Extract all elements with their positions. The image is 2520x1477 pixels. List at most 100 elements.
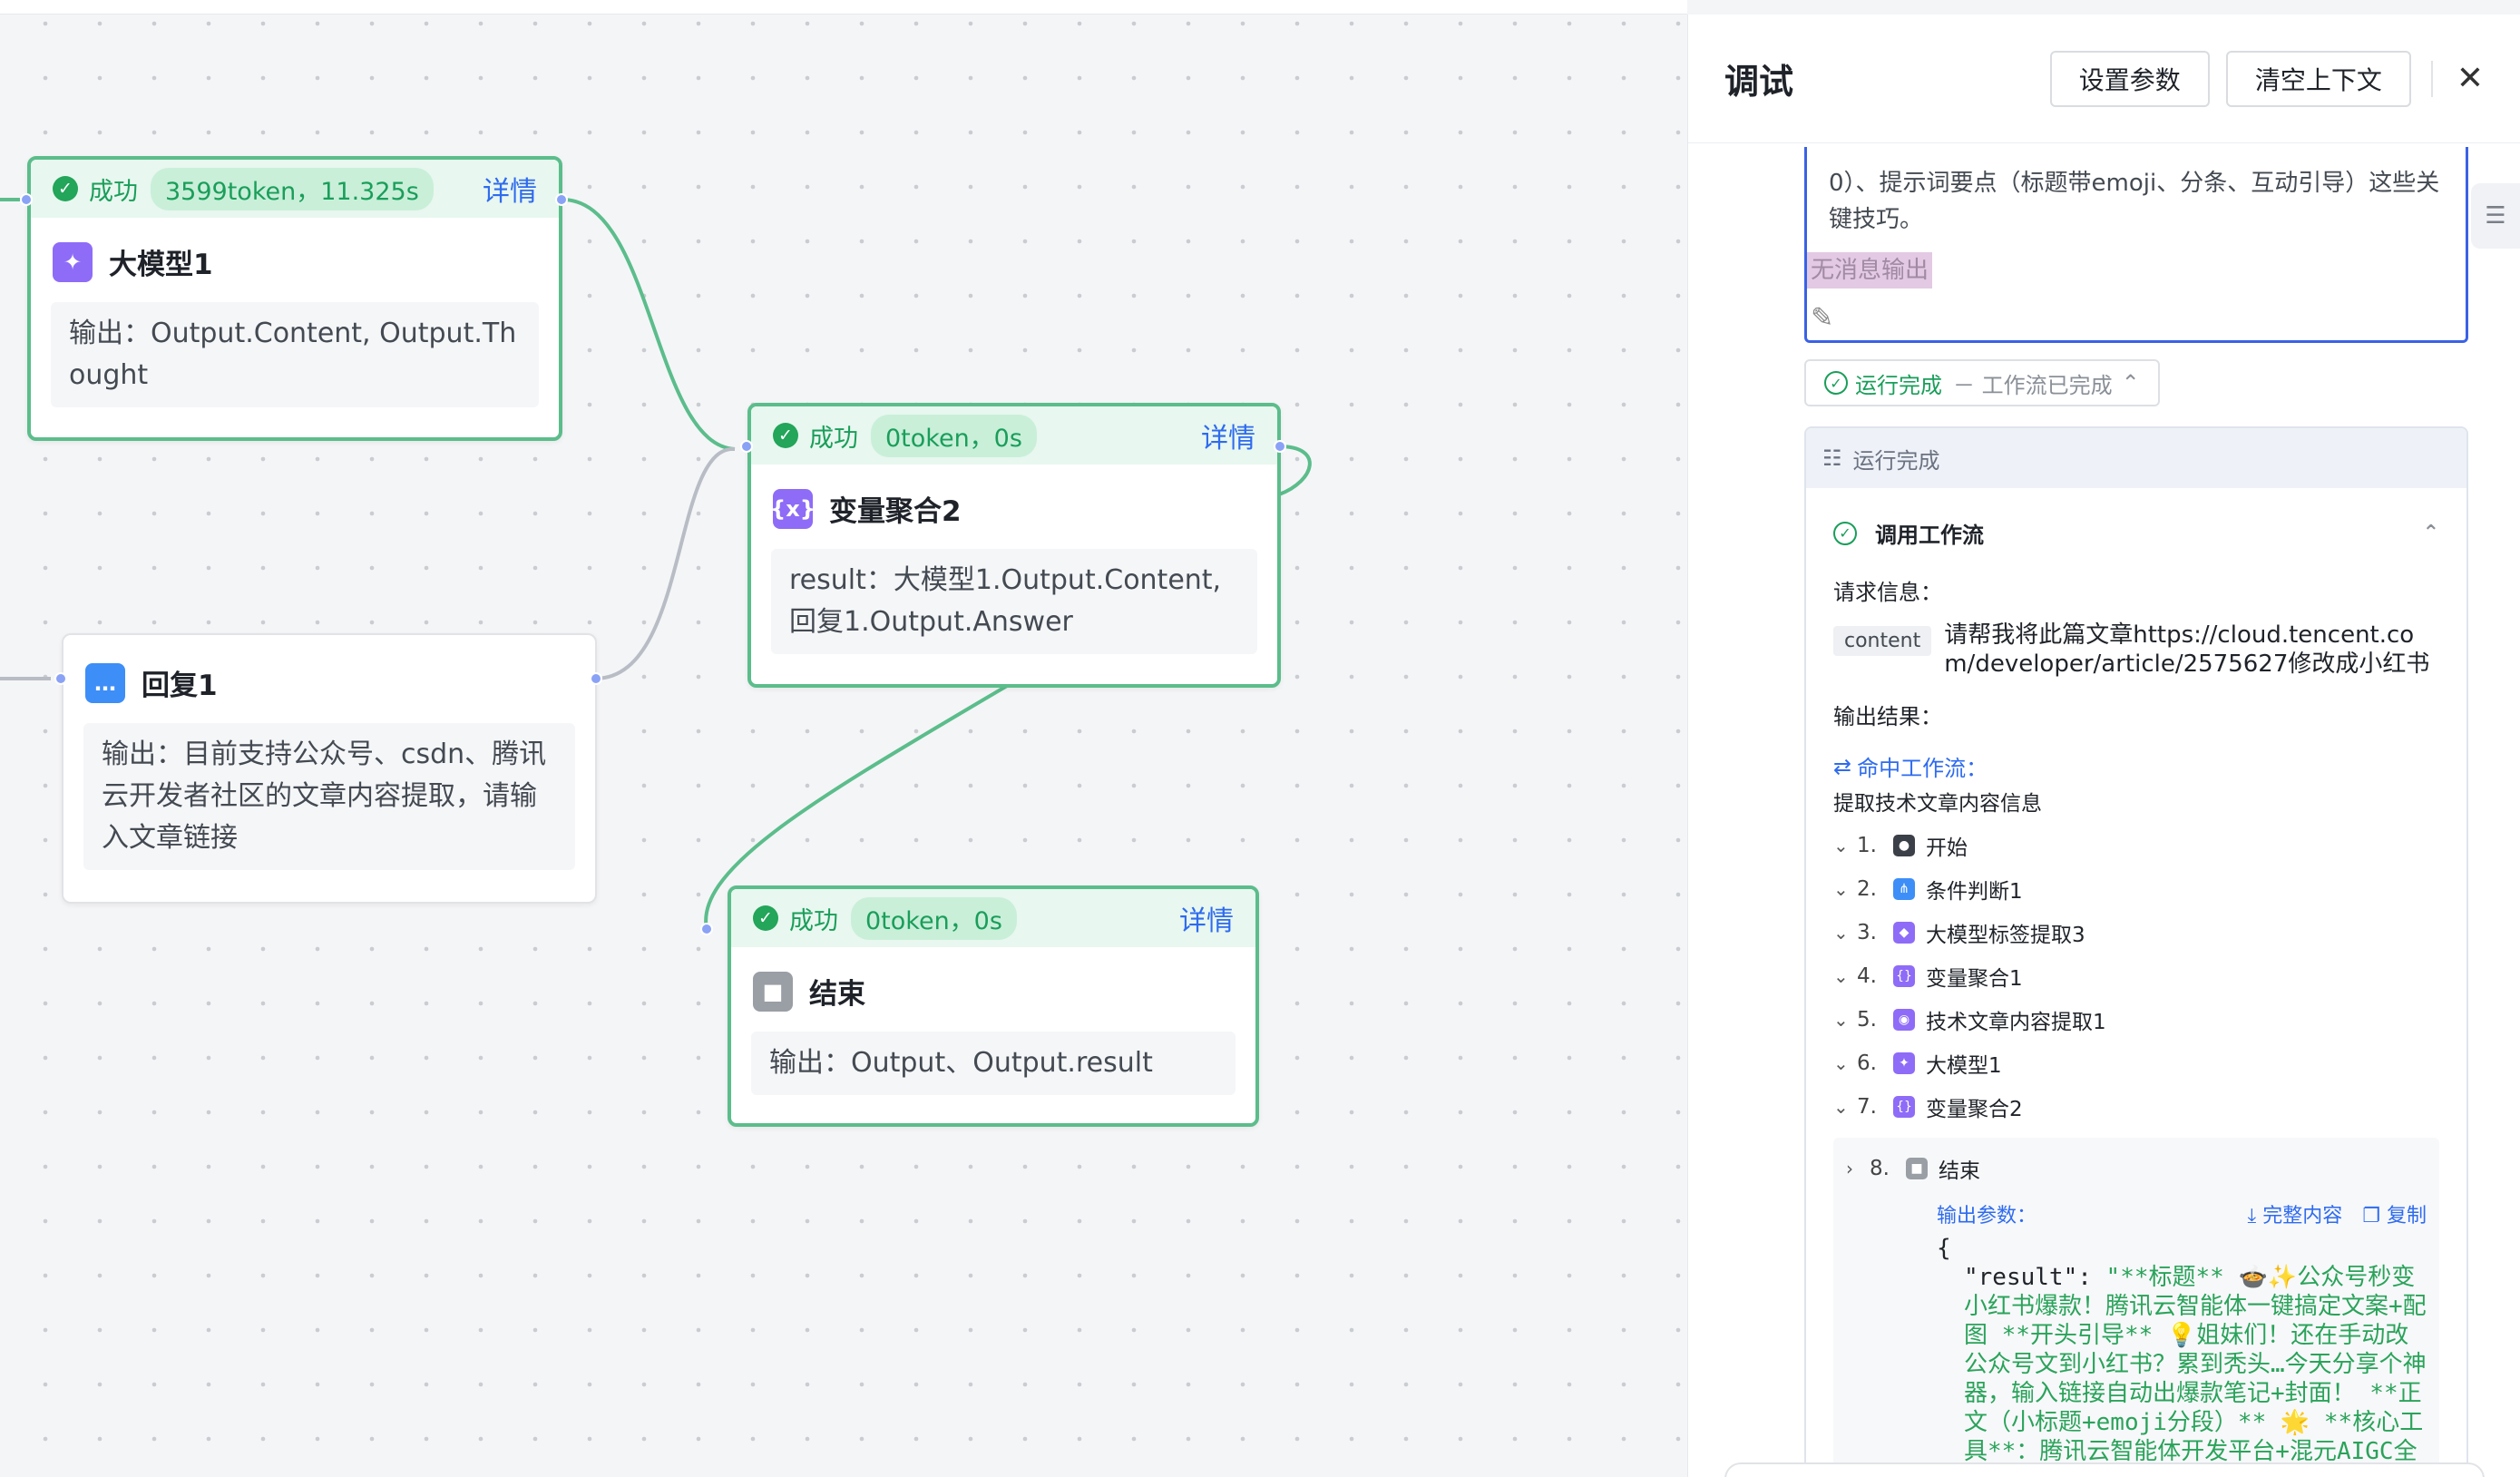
chevron-up-icon[interactable]: ⌃	[2423, 522, 2439, 544]
chevron-down-icon[interactable]: ⌄	[1833, 878, 1857, 900]
step-name: 大模型标签提取3	[1926, 924, 2085, 947]
step-item[interactable]: ⌄ 7. {} 变量聚合2	[1833, 1085, 2439, 1129]
chat-bubble-icon: …	[85, 662, 125, 703]
chevron-down-icon[interactable]: ⌄	[1833, 922, 1857, 944]
debug-panel: 调试 设置参数 清空上下文 ✕ 0）、提示词要点（标题带emoji、分条、互动引…	[1687, 15, 2520, 1477]
step-item[interactable]: › 8. ■ 结束	[1846, 1147, 2427, 1190]
list-check-icon: ☷	[1822, 445, 1842, 471]
message-text: 0）、提示词要点（标题带emoji、分条、互动引导）这些关键技巧。	[1829, 170, 2440, 233]
node-status-bar: ✓ 成功 0token，0s 详情	[731, 889, 1255, 947]
stop-square-icon: ■	[1906, 1158, 1928, 1179]
node-title: 变量聚合2	[829, 495, 962, 528]
port-reply1-in[interactable]	[54, 672, 67, 685]
chevron-up-icon: ⌃	[2121, 370, 2140, 396]
hit-label: 命中工作流：	[1857, 756, 1988, 781]
chat-input[interactable]	[1724, 1462, 2485, 1477]
chevron-down-icon[interactable]: ⌄	[1833, 835, 1857, 856]
chevron-right-icon[interactable]: ›	[1846, 1158, 1870, 1179]
check-circle-icon: ✓	[1833, 521, 1857, 545]
copy-icon: ❐	[2362, 1205, 2380, 1228]
step-item[interactable]: ⌄ 1. ● 开始	[1833, 824, 2439, 867]
detail-link[interactable]: 详情	[483, 169, 537, 209]
hit-workflow-name: 提取技术文章内容信息	[1833, 792, 2042, 816]
node-status-bar: ✓ 成功 0token，0s 详情	[751, 406, 1277, 465]
step-name: 变量聚合2	[1926, 1098, 2023, 1121]
node-reply1[interactable]: … 回复1 输出：目前支持公众号、csdn、腾讯云开发者社区的文章内容提取，请输…	[62, 633, 597, 904]
result-header-label: 运行完成	[1852, 447, 1940, 474]
step-item[interactable]: ⌄ 2. ⋔ 条件判断1	[1833, 867, 2439, 911]
stats-pill: 0token，0s	[871, 414, 1037, 457]
detail-link[interactable]: 详情	[1201, 416, 1255, 455]
variable-braces-icon: {}	[1893, 1096, 1915, 1118]
step-name: 变量聚合1	[1926, 967, 2023, 991]
note-edit-icon[interactable]: ✎	[1811, 300, 1833, 337]
node-title: 结束	[809, 978, 865, 1011]
check-circle-icon: ✓	[773, 423, 798, 448]
workflow-call-header[interactable]: ✓ 调用工作流 ⌃	[1806, 488, 2466, 549]
node-status-bar: ✓ 成功 3599token，11.325s 详情	[31, 160, 559, 218]
check-circle-icon: ✓	[753, 905, 778, 931]
node-output: 输出：Output、Output.result	[751, 1032, 1236, 1095]
detail-link[interactable]: 详情	[1179, 898, 1234, 938]
list-toggle-icon[interactable]: ☰	[2471, 183, 2520, 249]
json-key: "result":	[1964, 1264, 2106, 1291]
port-agg2-out[interactable]	[1274, 440, 1286, 453]
node-output: result：大模型1.Output.Content, 回复1.Output.A…	[771, 549, 1257, 654]
node-end[interactable]: ✓ 成功 0token，0s 详情 ■ 结束 输出：Output、Output.…	[728, 885, 1259, 1127]
copy-button[interactable]: ❐ 复制	[2362, 1199, 2427, 1228]
message-bubble: 0）、提示词要点（标题带emoji、分条、互动引导）这些关键技巧。 无消息输出 …	[1804, 147, 2468, 343]
chevron-down-icon[interactable]: ⌄	[1833, 1009, 1857, 1031]
step-item[interactable]: ⌄ 4. {} 变量聚合1	[1833, 954, 2439, 998]
clear-context-button[interactable]: 清空上下文	[2225, 50, 2411, 107]
check-circle-icon: ✓	[53, 176, 78, 201]
panel-header: 调试 设置参数 清空上下文 ✕	[1688, 15, 2520, 143]
json-value: "**标题** 🍲✨公众号秒变小红书爆款！腾讯云智能体一键搞定文案+配图 **开…	[1964, 1264, 2427, 1477]
start-icon: ●	[1893, 835, 1915, 856]
node-header: ✦ 大模型1	[31, 218, 559, 282]
output-result-label: 输出结果：	[1833, 704, 1942, 729]
sparkle-icon: ✦	[53, 241, 93, 282]
output-json: { "result": "**标题** 🍲✨公众号秒变小红书爆款！腾讯云智能体一…	[1846, 1234, 2427, 1477]
result-card-header: ☷ 运行完成	[1806, 428, 2466, 488]
chevron-down-icon[interactable]: ⌄	[1833, 1096, 1857, 1118]
set-params-button[interactable]: 设置参数	[2049, 50, 2210, 107]
step-item[interactable]: ⌄ 6. ✦ 大模型1	[1833, 1042, 2439, 1085]
port-llm1-in[interactable]	[20, 193, 33, 206]
port-end-in[interactable]	[700, 923, 713, 935]
content-text: 请帮我将此篇文章https://cloud.tencent.com/develo…	[1944, 621, 2430, 678]
variable-braces-icon: {}	[1893, 965, 1915, 987]
node-output: 输出：Output.Content, Output.Thought	[51, 302, 539, 407]
divider	[2430, 60, 2433, 97]
node-title: 回复1	[142, 670, 218, 702]
node-title: 大模型1	[109, 249, 213, 281]
node-llm1[interactable]: ✓ 成功 3599token，11.325s 详情 ✦ 大模型1 输出：Outp…	[27, 156, 562, 441]
full-content-button[interactable]: ⤓ 完整内容	[2248, 1199, 2343, 1228]
step-item[interactable]: ⌄ 5. ◉ 技术文章内容提取1	[1833, 998, 2439, 1042]
step-item[interactable]: ⌄ 3. ◆ 大模型标签提取3	[1833, 911, 2439, 954]
branch-icon: ⋔	[1893, 878, 1915, 900]
sparkle-icon: ✦	[1893, 1052, 1915, 1074]
status-label: 成功	[89, 177, 138, 206]
variable-braces-icon: {x}	[770, 488, 816, 529]
node-header: ■ 结束	[731, 947, 1255, 1012]
run-status-badge[interactable]: ✓ 运行完成 － 工作流已完成 ⌃	[1804, 359, 2160, 406]
step-name: 结束	[1939, 1159, 1980, 1183]
stats-pill: 3599token，11.325s	[151, 167, 434, 210]
status-label: 成功	[789, 906, 838, 935]
port-agg2-in[interactable]	[740, 440, 753, 453]
stats-pill: 0token，0s	[851, 896, 1017, 940]
result-card: ☷ 运行完成 ✓ 调用工作流 ⌃ 请求信息： content 请帮我将此篇文章h…	[1804, 426, 2468, 1477]
step-name: 技术文章内容提取1	[1926, 1011, 2106, 1034]
close-icon[interactable]: ✕	[2457, 60, 2484, 97]
node-aggregate2[interactable]: ✓ 成功 0token，0s 详情 {x} 变量聚合2 result：大模型1.…	[747, 403, 1281, 688]
chevron-down-icon[interactable]: ⌄	[1833, 965, 1857, 987]
chevron-down-icon[interactable]: ⌄	[1833, 1052, 1857, 1074]
port-reply1-out[interactable]	[590, 672, 602, 685]
node-header: {x} 变量聚合2	[751, 465, 1277, 529]
workflow-call-title: 调用工作流	[1875, 523, 1984, 548]
step-name: 大模型1	[1926, 1054, 2002, 1078]
no-output-label: 无消息输出	[1807, 252, 1933, 289]
run-status-sub: － 工作流已完成	[1953, 372, 2113, 398]
port-llm1-out[interactable]	[555, 193, 568, 206]
download-icon: ⤓	[2247, 1205, 2257, 1228]
